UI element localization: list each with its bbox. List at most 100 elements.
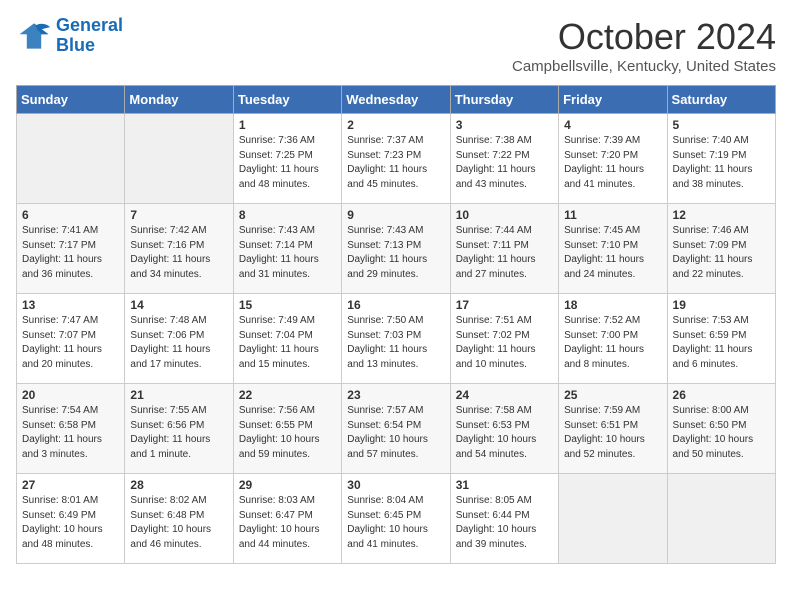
table-row bbox=[559, 474, 667, 564]
logo: General Blue bbox=[16, 16, 123, 56]
day-number: 11 bbox=[564, 208, 661, 222]
table-row: 29 Sunrise: 8:03 AMSunset: 6:47 PMDayligh… bbox=[233, 474, 341, 564]
logo-icon bbox=[16, 18, 52, 54]
day-number: 6 bbox=[22, 208, 119, 222]
month-title: October 2024 bbox=[512, 16, 776, 58]
day-number: 31 bbox=[456, 478, 553, 492]
day-number: 29 bbox=[239, 478, 336, 492]
table-row: 9Sunrise: 7:43 AMSunset: 7:13 PMDaylight… bbox=[342, 204, 450, 294]
day-info: Sunrise: 7:41 AMSunset: 7:17 PMDaylight:… bbox=[22, 224, 119, 282]
calendar-header-row: Sunday Monday Tuesday Wednesday Thursday… bbox=[17, 86, 776, 114]
table-row: 2Sunrise: 7:37 AMSunset: 7:23 PMDaylight… bbox=[342, 114, 450, 204]
table-row bbox=[667, 474, 775, 564]
day-number: 3 bbox=[456, 118, 553, 132]
day-info: Sunrise: 7:42 AMSunset: 7:16 PMDaylight:… bbox=[130, 224, 227, 282]
day-info: Sunrise: 7:54 AMSunset: 6:58 PMDaylight:… bbox=[22, 404, 119, 462]
header-thursday: Thursday bbox=[450, 86, 558, 114]
table-row: 19 Sunrise: 7:53 AMSunset: 6:59 PMDayligh… bbox=[667, 294, 775, 384]
calendar-week-row: 6 Sunrise: 7:41 AMSunset: 7:17 PMDaylight… bbox=[17, 204, 776, 294]
day-number: 21 bbox=[130, 388, 227, 402]
table-row: 18 Sunrise: 7:52 AMSunset: 7:00 PMDayligh… bbox=[559, 294, 667, 384]
table-row: 17 Sunrise: 7:51 AMSunset: 7:02 PMDayligh… bbox=[450, 294, 558, 384]
day-number: 13 bbox=[22, 298, 119, 312]
table-row: 15 Sunrise: 7:49 AMSunset: 7:04 PMDayligh… bbox=[233, 294, 341, 384]
day-number: 28 bbox=[130, 478, 227, 492]
day-info: Sunrise: 7:52 AMSunset: 7:00 PMDaylight:… bbox=[564, 314, 661, 372]
day-number: 25 bbox=[564, 388, 661, 402]
table-row: 6 Sunrise: 7:41 AMSunset: 7:17 PMDaylight… bbox=[17, 204, 125, 294]
table-row: 13 Sunrise: 7:47 AMSunset: 7:07 PMDayligh… bbox=[17, 294, 125, 384]
day-number: 18 bbox=[564, 298, 661, 312]
header-friday: Friday bbox=[559, 86, 667, 114]
day-info: Sunrise: 7:47 AMSunset: 7:07 PMDaylight:… bbox=[22, 314, 119, 372]
day-number: 4 bbox=[564, 118, 661, 132]
location: Campbellsville, Kentucky, United States bbox=[512, 58, 776, 75]
header-monday: Monday bbox=[125, 86, 233, 114]
day-number: 5 bbox=[673, 118, 770, 132]
header-wednesday: Wednesday bbox=[342, 86, 450, 114]
day-info: Sunrise: 7:56 AMSunset: 6:55 PMDaylight:… bbox=[239, 404, 336, 462]
table-row: 28 Sunrise: 8:02 AMSunset: 6:48 PMDayligh… bbox=[125, 474, 233, 564]
day-number: 16 bbox=[347, 298, 444, 312]
table-row: 24 Sunrise: 7:58 AMSunset: 6:53 PMDayligh… bbox=[450, 384, 558, 474]
day-number: 20 bbox=[22, 388, 119, 402]
header-sunday: Sunday bbox=[17, 86, 125, 114]
day-info: Sunrise: 8:03 AMSunset: 6:47 PMDaylight:… bbox=[239, 494, 336, 552]
day-number: 1 bbox=[239, 118, 336, 132]
day-info: Sunrise: 8:05 AMSunset: 6:44 PMDaylight:… bbox=[456, 494, 553, 552]
calendar-table: Sunday Monday Tuesday Wednesday Thursday… bbox=[16, 85, 776, 564]
day-info: Sunrise: 7:39 AMSunset: 7:20 PMDaylight:… bbox=[564, 134, 661, 192]
table-row: 8 Sunrise: 7:43 AMSunset: 7:14 PMDaylight… bbox=[233, 204, 341, 294]
table-row: 27 Sunrise: 8:01 AMSunset: 6:49 PMDayligh… bbox=[17, 474, 125, 564]
table-row: 30Sunrise: 8:04 AMSunset: 6:45 PMDayligh… bbox=[342, 474, 450, 564]
day-info: Sunrise: 7:45 AMSunset: 7:10 PMDaylight:… bbox=[564, 224, 661, 282]
day-number: 26 bbox=[673, 388, 770, 402]
table-row: 5 Sunrise: 7:40 AMSunset: 7:19 PMDaylight… bbox=[667, 114, 775, 204]
day-number: 8 bbox=[239, 208, 336, 222]
day-info: Sunrise: 7:46 AMSunset: 7:09 PMDaylight:… bbox=[673, 224, 770, 282]
day-number: 22 bbox=[239, 388, 336, 402]
calendar-week-row: 20 Sunrise: 7:54 AMSunset: 6:58 PMDayligh… bbox=[17, 384, 776, 474]
day-number: 17 bbox=[456, 298, 553, 312]
header-tuesday: Tuesday bbox=[233, 86, 341, 114]
table-row: 20 Sunrise: 7:54 AMSunset: 6:58 PMDayligh… bbox=[17, 384, 125, 474]
day-number: 23 bbox=[347, 388, 444, 402]
day-info: Sunrise: 7:50 AMSunset: 7:03 PMDaylight:… bbox=[347, 314, 444, 372]
day-info: Sunrise: 7:37 AMSunset: 7:23 PMDaylight:… bbox=[347, 134, 444, 192]
day-number: 19 bbox=[673, 298, 770, 312]
calendar-week-row: 1Sunrise: 7:36 AMSunset: 7:25 PMDaylight… bbox=[17, 114, 776, 204]
day-info: Sunrise: 7:53 AMSunset: 6:59 PMDaylight:… bbox=[673, 314, 770, 372]
day-info: Sunrise: 7:58 AMSunset: 6:53 PMDaylight:… bbox=[456, 404, 553, 462]
day-info: Sunrise: 8:01 AMSunset: 6:49 PMDaylight:… bbox=[22, 494, 119, 552]
table-row: 11 Sunrise: 7:45 AMSunset: 7:10 PMDayligh… bbox=[559, 204, 667, 294]
day-info: Sunrise: 8:04 AMSunset: 6:45 PMDaylight:… bbox=[347, 494, 444, 552]
table-row: 23 Sunrise: 7:57 AMSunset: 6:54 PMDayligh… bbox=[342, 384, 450, 474]
day-info: Sunrise: 7:48 AMSunset: 7:06 PMDaylight:… bbox=[130, 314, 227, 372]
day-info: Sunrise: 7:43 AMSunset: 7:14 PMDaylight:… bbox=[239, 224, 336, 282]
table-row: 16 Sunrise: 7:50 AMSunset: 7:03 PMDayligh… bbox=[342, 294, 450, 384]
day-info: Sunrise: 7:38 AMSunset: 7:22 PMDaylight:… bbox=[456, 134, 553, 192]
day-info: Sunrise: 7:44 AMSunset: 7:11 PMDaylight:… bbox=[456, 224, 553, 282]
day-number: 15 bbox=[239, 298, 336, 312]
table-row: 12 Sunrise: 7:46 AMSunset: 7:09 PMDayligh… bbox=[667, 204, 775, 294]
day-number: 24 bbox=[456, 388, 553, 402]
table-row: 7Sunrise: 7:42 AMSunset: 7:16 PMDaylight… bbox=[125, 204, 233, 294]
day-number: 14 bbox=[130, 298, 227, 312]
day-info: Sunrise: 7:57 AMSunset: 6:54 PMDaylight:… bbox=[347, 404, 444, 462]
table-row bbox=[125, 114, 233, 204]
day-number: 12 bbox=[673, 208, 770, 222]
table-row: 21 Sunrise: 7:55 AMSunset: 6:56 PMDayligh… bbox=[125, 384, 233, 474]
table-row: 22 Sunrise: 7:56 AMSunset: 6:55 PMDayligh… bbox=[233, 384, 341, 474]
day-info: Sunrise: 7:49 AMSunset: 7:04 PMDaylight:… bbox=[239, 314, 336, 372]
table-row: 26Sunrise: 8:00 AMSunset: 6:50 PMDayligh… bbox=[667, 384, 775, 474]
day-number: 27 bbox=[22, 478, 119, 492]
day-number: 10 bbox=[456, 208, 553, 222]
calendar-week-row: 13 Sunrise: 7:47 AMSunset: 7:07 PMDayligh… bbox=[17, 294, 776, 384]
header-saturday: Saturday bbox=[667, 86, 775, 114]
day-info: Sunrise: 7:51 AMSunset: 7:02 PMDaylight:… bbox=[456, 314, 553, 372]
table-row: 14 Sunrise: 7:48 AMSunset: 7:06 PMDayligh… bbox=[125, 294, 233, 384]
day-number: 9 bbox=[347, 208, 444, 222]
day-info: Sunrise: 7:40 AMSunset: 7:19 PMDaylight:… bbox=[673, 134, 770, 192]
day-info: Sunrise: 7:55 AMSunset: 6:56 PMDaylight:… bbox=[130, 404, 227, 462]
day-info: Sunrise: 8:02 AMSunset: 6:48 PMDaylight:… bbox=[130, 494, 227, 552]
